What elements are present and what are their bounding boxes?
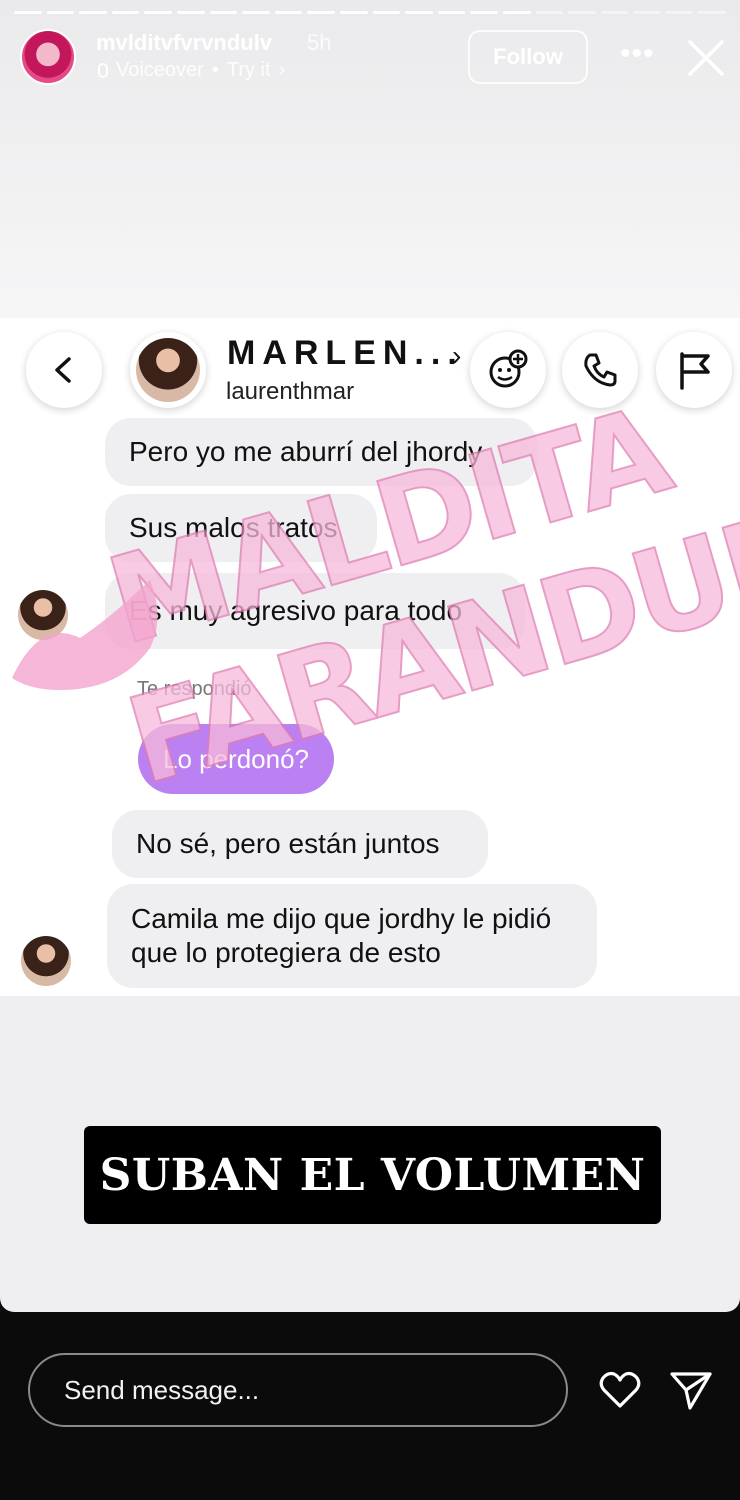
voiceover-row[interactable]: Voiceover • Try it › — [98, 59, 285, 82]
progress-segment — [111, 11, 140, 14]
progress-segment — [46, 11, 75, 14]
message-bubble: No sé, pero están juntos — [112, 810, 488, 878]
progress-segment — [470, 11, 498, 14]
heart-icon[interactable] — [597, 1368, 643, 1412]
more-horizontal-icon[interactable]: ••• — [620, 36, 654, 76]
progress-segment — [535, 11, 564, 14]
account-username[interactable]: mvlditvfvrvndulv — [96, 30, 272, 56]
contact-name: MARLEN... — [227, 334, 464, 372]
chevron-right-icon: › — [278, 59, 286, 81]
message-bubble: Es muy agresivo para todo — [105, 573, 525, 649]
back-icon — [26, 332, 102, 408]
progress-segment — [242, 11, 270, 14]
progress-segment — [665, 11, 694, 14]
replied-label: Te respondió — [137, 678, 252, 700]
send-icon[interactable] — [668, 1368, 714, 1412]
story-progress-bar — [14, 11, 727, 14]
send-message-input[interactable]: Send message... — [28, 1353, 568, 1427]
progress-segment — [600, 11, 629, 14]
message-bubble-multiline: Camila me dijo que jordhy le pidió que l… — [107, 884, 597, 988]
progress-segment — [274, 11, 303, 14]
message-bubble: Sus malos tratos — [105, 494, 377, 562]
message-bubble: Pero yo me aburrí del jhordy — [105, 418, 537, 486]
dm-screenshot: MARLEN... › laurenthmar Pero yo me aburr… — [0, 318, 740, 996]
message-line: Camila me dijo que jordhy le pidió — [131, 903, 552, 934]
voiceover-separator: • — [211, 59, 219, 81]
sender-avatar — [18, 590, 68, 640]
sender-avatar — [21, 936, 71, 986]
progress-segment — [372, 11, 401, 14]
reply-bubble: Lo perdonó? — [138, 724, 334, 794]
progress-segment — [79, 11, 107, 14]
account-avatar[interactable] — [20, 29, 76, 85]
microphone-icon — [98, 63, 108, 78]
voiceover-try-link[interactable]: Try it — [227, 59, 271, 82]
sticker-add-icon — [470, 332, 546, 408]
caption-banner: SUBAN EL VOLUMEN — [84, 1126, 661, 1224]
progress-segment — [176, 11, 205, 14]
progress-segment — [633, 11, 661, 14]
chevron-right-icon: › — [452, 340, 462, 371]
close-icon[interactable] — [686, 38, 726, 78]
progress-segment — [144, 11, 172, 14]
flag-icon — [656, 332, 732, 408]
progress-segment — [568, 11, 596, 14]
phone-icon — [562, 332, 638, 408]
message-line: que lo protegiera de esto — [131, 937, 441, 968]
contact-handle: laurenthmar — [226, 378, 355, 405]
progress-segment — [14, 11, 42, 14]
progress-segment — [437, 11, 466, 14]
progress-segment — [209, 11, 238, 14]
post-time: 5h — [307, 30, 332, 55]
follow-button[interactable]: Follow — [468, 30, 588, 84]
progress-segment — [339, 11, 368, 14]
progress-segment — [405, 11, 433, 14]
progress-segment — [307, 11, 335, 14]
progress-segment — [502, 11, 531, 14]
contact-avatar — [130, 332, 206, 408]
progress-segment — [698, 11, 727, 14]
story-frame: mvlditvfvrvndulv 5h Voiceover • Try it ›… — [0, 0, 740, 1312]
voiceover-label: Voiceover — [116, 59, 204, 81]
